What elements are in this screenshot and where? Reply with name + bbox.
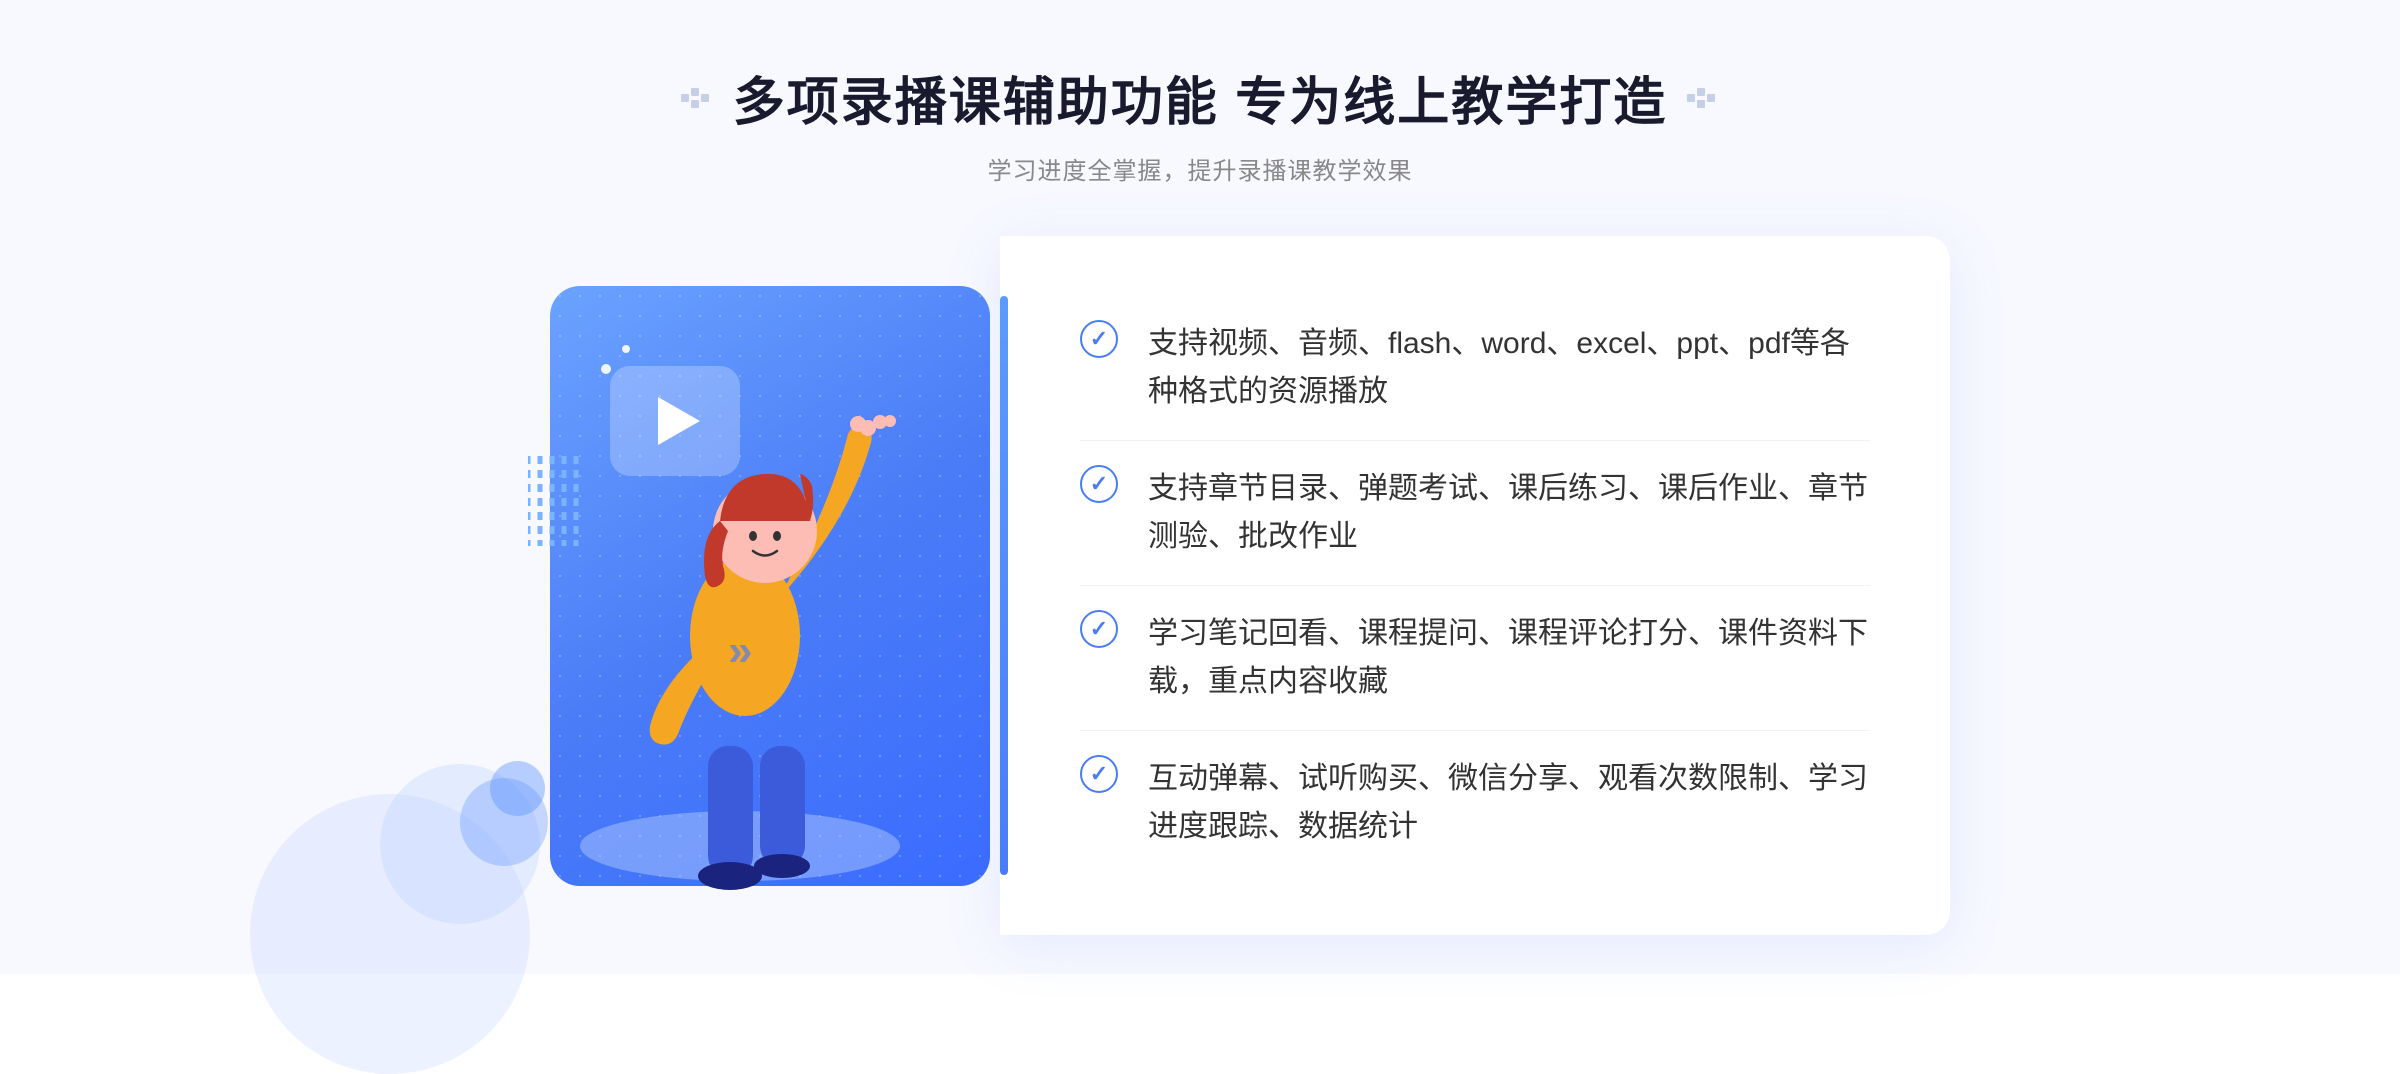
feature-text-3: 学习笔记回看、课程提问、课程评论打分、课件资料下载，重点内容收藏 (1148, 610, 1870, 706)
header-subtitle: 学习进度全掌握，提升录播课教学效果 (681, 151, 1719, 186)
features-panel: ✓ 支持视频、音频、flash、word、excel、ppt、pdf等各种格式的… (1000, 236, 1950, 935)
feature-item-1: ✓ 支持视频、音频、flash、word、excel、ppt、pdf等各种格式的… (1080, 296, 1870, 441)
left-chevron-icon: » (728, 626, 752, 676)
main-title: 多项录播课辅助功能 专为线上教学打造 (733, 60, 1667, 135)
page-container: 多项录播课辅助功能 专为线上教学打造 学习进度全掌握，提升录播课教学效果 » (0, 0, 2400, 974)
title-deco-left (681, 88, 713, 108)
header-section: 多项录播课辅助功能 专为线上教学打造 学习进度全掌握，提升录播课教学效果 (681, 60, 1719, 186)
stripes-decoration (528, 456, 583, 551)
feature-item-3: ✓ 学习笔记回看、课程提问、课程评论打分、课件资料下载，重点内容收藏 (1080, 586, 1870, 731)
title-deco-right (1687, 88, 1719, 108)
illustration-container (450, 246, 1030, 926)
feature-text-2: 支持章节目录、弹题考试、课后练习、课后作业、章节测验、批改作业 (1148, 465, 1870, 561)
sparkle-dots (598, 341, 638, 381)
check-icon-4: ✓ (1080, 755, 1118, 793)
check-icon-2: ✓ (1080, 465, 1118, 503)
feature-item-4: ✓ 互动弹幕、试听购买、微信分享、观看次数限制、学习进度跟踪、数据统计 (1080, 731, 1870, 875)
content-area: » (400, 236, 2000, 935)
check-icon-1: ✓ (1080, 320, 1118, 358)
feature-item-2: ✓ 支持章节目录、弹题考试、课后练习、课后作业、章节测验、批改作业 (1080, 441, 1870, 586)
feature-text-1: 支持视频、音频、flash、word、excel、ppt、pdf等各种格式的资源… (1148, 320, 1870, 416)
header-title-row: 多项录播课辅助功能 专为线上教学打造 (681, 60, 1719, 135)
feature-text-4: 互动弹幕、试听购买、微信分享、观看次数限制、学习进度跟踪、数据统计 (1148, 755, 1870, 851)
check-icon-3: ✓ (1080, 610, 1118, 648)
